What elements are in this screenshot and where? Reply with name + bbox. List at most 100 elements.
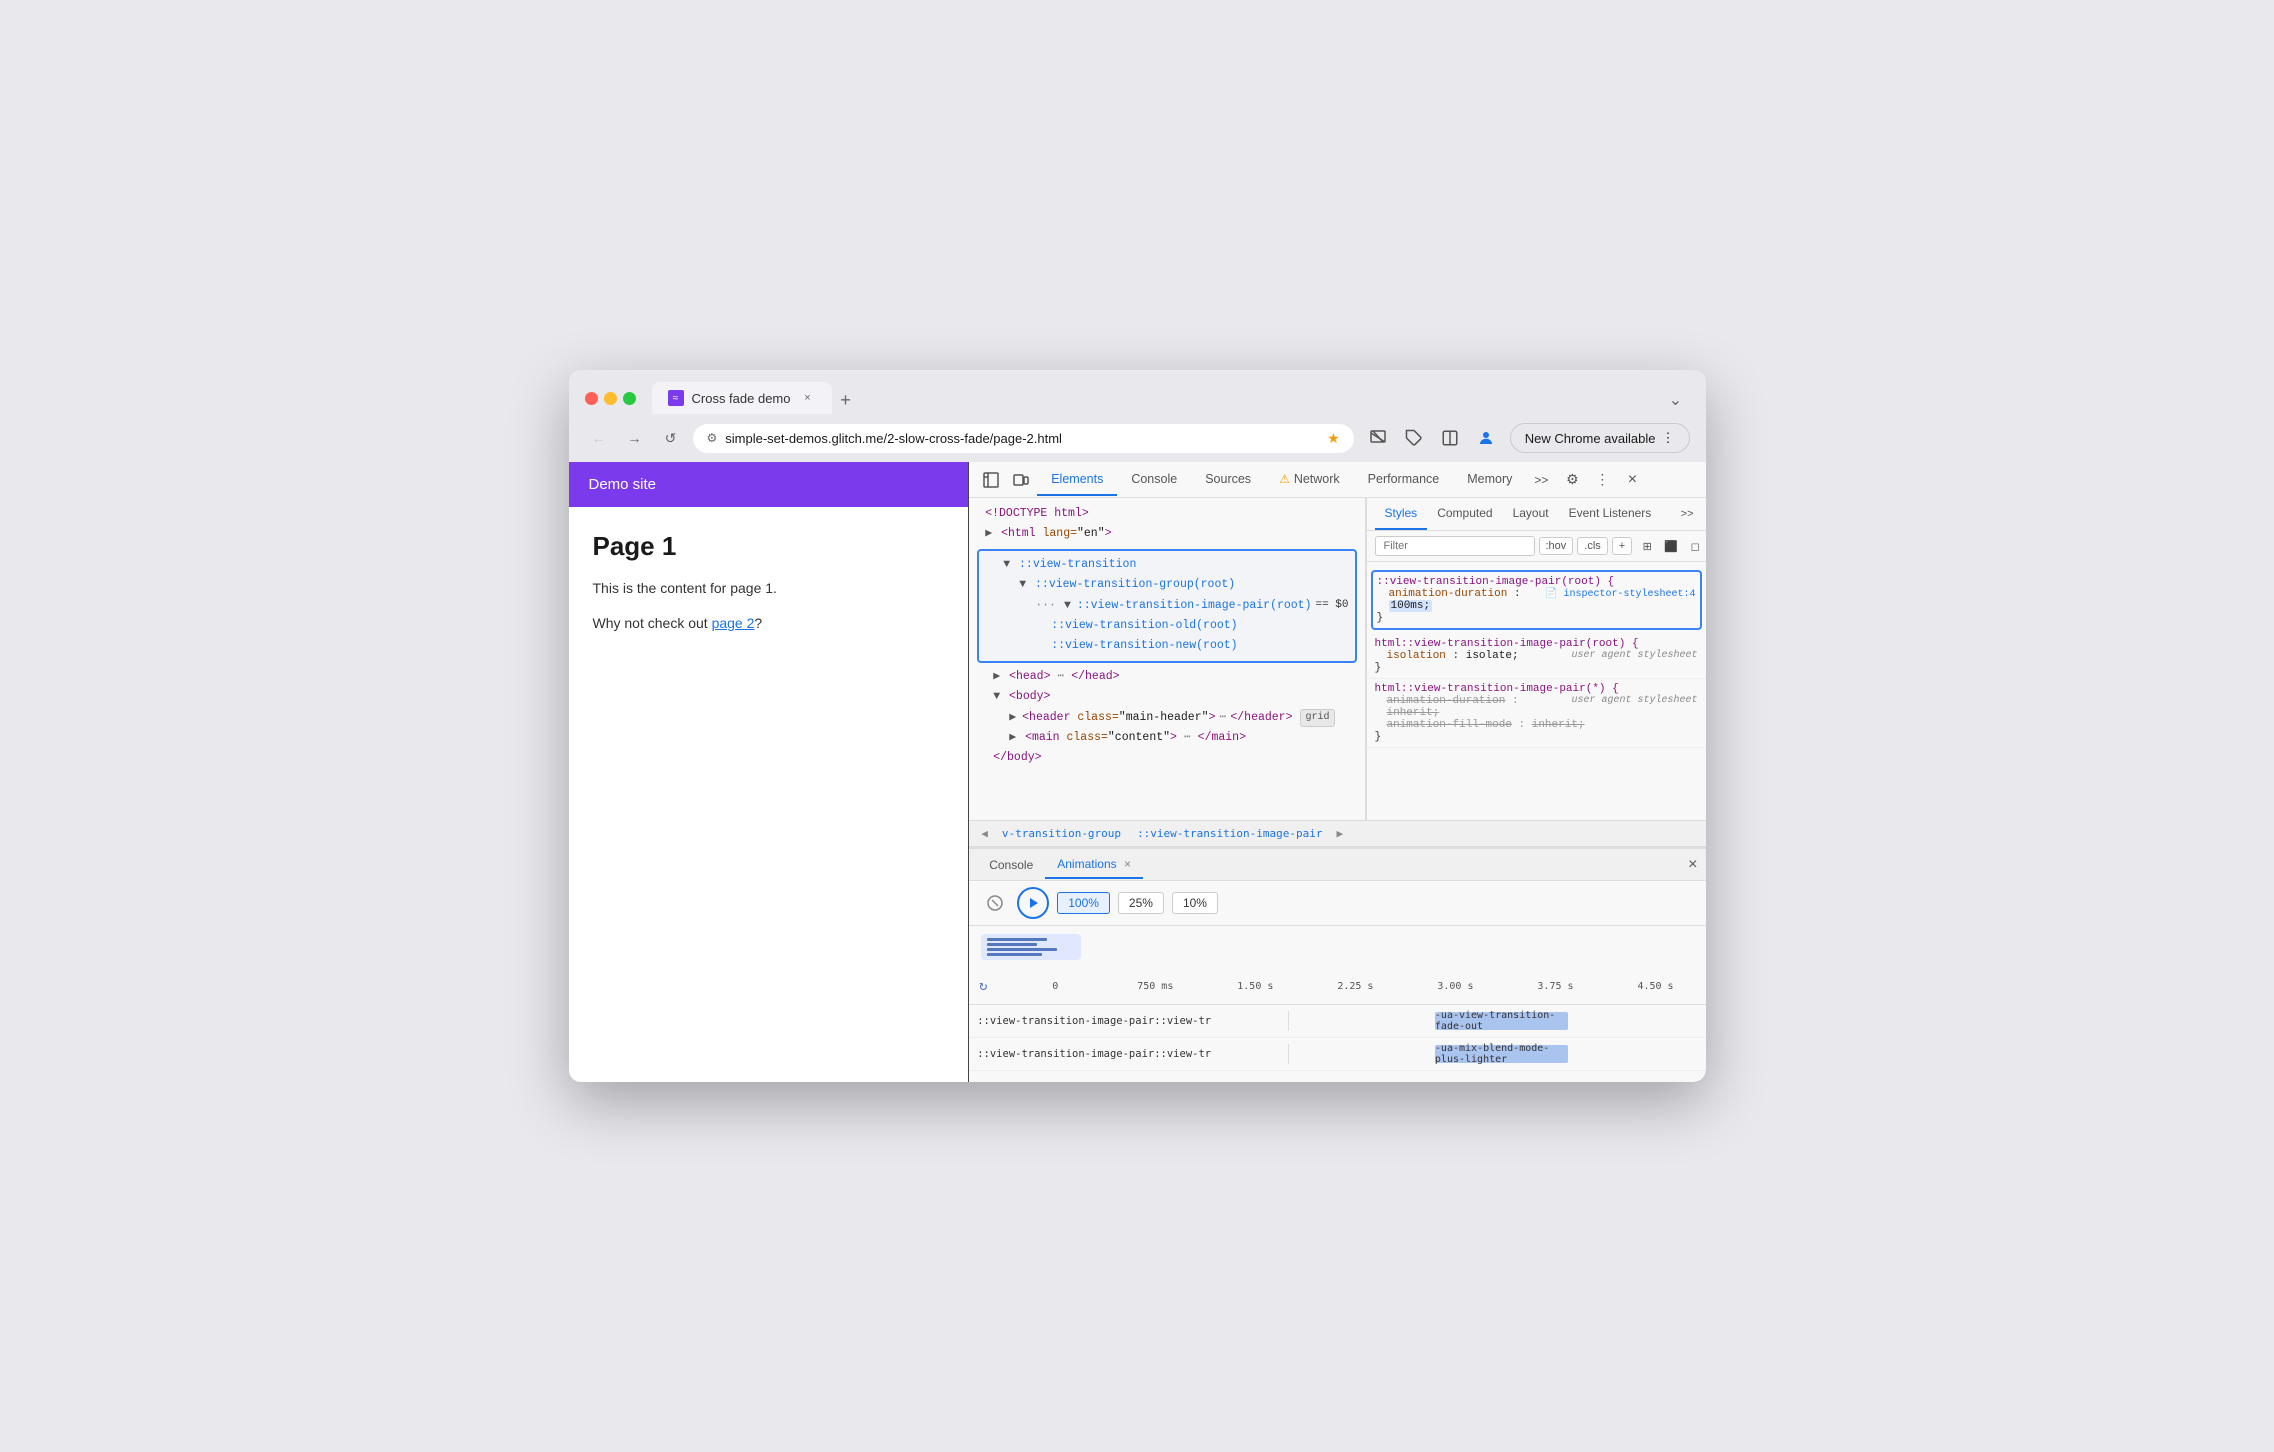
ruler-mark-300: 3.00 s xyxy=(1405,981,1505,992)
device-toggle-icon[interactable] xyxy=(1007,466,1035,494)
head-line[interactable]: ▶ <head> ⋯ </head> xyxy=(969,667,1364,687)
url-bar[interactable]: ⚙ simple-set-demos.glitch.me/2-slow-cros… xyxy=(693,424,1354,453)
styles-filter-bar: :hov .cls + ⊞ ⬛ ◻ xyxy=(1367,531,1706,562)
timeline-bar-1[interactable]: -ua-view-transition-fade-out xyxy=(1435,1012,1568,1030)
animation-group-item[interactable] xyxy=(981,934,1081,960)
body-open-line[interactable]: ▼ <body> xyxy=(969,687,1364,707)
view-transition-new-line[interactable]: ::view-transition-new(root) xyxy=(979,636,1354,656)
bookmark-icon[interactable]: ★ xyxy=(1327,430,1340,447)
styles-tab-layout[interactable]: Layout xyxy=(1503,498,1559,530)
ruler-mark-0: 0 xyxy=(1005,981,1105,992)
ua-prop-anim-fill: animation-fill-mode : inherit; xyxy=(1375,719,1698,731)
security-icon: ⚙ xyxy=(707,431,718,445)
animations-tab-close[interactable]: × xyxy=(1124,857,1131,871)
speed-100-button[interactable]: 100% xyxy=(1057,892,1110,914)
hov-button[interactable]: :hov xyxy=(1539,537,1574,555)
view-transition-highlight: ▼ ::view-transition ▼ ::view-transition-… xyxy=(977,549,1356,663)
breadcrumb-item-2[interactable]: ::view-transition-image-pair xyxy=(1131,825,1328,842)
url-text: simple-set-demos.glitch.me/2-slow-cross-… xyxy=(725,431,1319,446)
inspect-icon[interactable] xyxy=(977,466,1005,494)
tab-overflow[interactable]: >> xyxy=(1526,469,1556,491)
screen-off-icon[interactable] xyxy=(1362,422,1394,454)
page-body: Page 1 This is the content for page 1. W… xyxy=(569,507,969,1082)
ua-close-brace-2: } xyxy=(1375,731,1698,743)
paragraph2: Why not check out page 2? xyxy=(593,613,945,634)
timeline-bar-2[interactable]: -ua-mix-blend-mode-plus-lighter xyxy=(1435,1045,1568,1063)
styles-filter-input[interactable] xyxy=(1375,536,1535,556)
page2-link[interactable]: page 2 xyxy=(712,615,755,631)
tab-favicon xyxy=(668,390,684,406)
extensions-icon[interactable] xyxy=(1398,422,1430,454)
reload-button[interactable]: ↺ xyxy=(657,424,685,452)
main-line[interactable]: ▶ <main class="content"> ⋯ </main> xyxy=(969,728,1364,748)
browser-window: Cross fade demo × + ⌄ ← → ↺ ⚙ simple-set… xyxy=(569,370,1706,1082)
address-bar: ← → ↺ ⚙ simple-set-demos.glitch.me/2-slo… xyxy=(569,414,1706,462)
active-tab[interactable]: Cross fade demo × xyxy=(652,382,832,414)
minimize-traffic-light[interactable] xyxy=(604,392,617,405)
styles-tab-overflow[interactable]: >> xyxy=(1677,504,1698,524)
maximize-traffic-light[interactable] xyxy=(623,392,636,405)
split-screen-icon[interactable] xyxy=(1434,422,1466,454)
tab-performance[interactable]: Performance xyxy=(1354,464,1454,496)
profile-icon[interactable] xyxy=(1470,422,1502,454)
bottom-tab-console[interactable]: Console xyxy=(977,852,1045,878)
computed-style-icon[interactable]: ⊞ xyxy=(1636,535,1658,557)
tab-close-button[interactable]: × xyxy=(800,390,816,406)
timeline-rows: ::view-transition-image-pair::view-tr -u… xyxy=(969,1005,1705,1082)
new-chrome-button[interactable]: × New Chrome available ⋮ xyxy=(1510,423,1690,453)
color-palette-icon[interactable]: ⬛ xyxy=(1660,535,1682,557)
styles-tab-computed[interactable]: Computed xyxy=(1427,498,1502,530)
breadcrumb-prev[interactable]: ◀ xyxy=(977,827,992,840)
bottom-tab-animations[interactable]: Animations × xyxy=(1045,851,1143,879)
tab-sources[interactable]: Sources xyxy=(1191,464,1265,496)
animation-groups-area xyxy=(969,926,1705,968)
view-transition-group-line[interactable]: ▼ ::view-transition-group(root) xyxy=(979,575,1354,595)
view-transition-line[interactable]: ▼ ::view-transition xyxy=(979,555,1354,575)
tab-overflow-button[interactable]: ⌄ xyxy=(1662,386,1690,414)
forward-button[interactable]: → xyxy=(621,424,649,452)
devtools-settings-icon[interactable]: ⚙ xyxy=(1558,466,1586,494)
breadcrumb-next[interactable]: ▶ xyxy=(1333,827,1348,840)
close-traffic-light[interactable] xyxy=(585,392,598,405)
bottom-panel-close[interactable]: × xyxy=(1688,856,1697,874)
view-transition-image-pair-line[interactable]: ··· ▼ ::view-transition-image-pair(root)… xyxy=(979,596,1354,616)
site-header: Demo site xyxy=(569,462,969,507)
main-content: Demo site Page 1 This is the content for… xyxy=(569,462,1706,1082)
devtools-close-button[interactable]: × xyxy=(1618,466,1646,494)
breadcrumb-item-1[interactable]: v-transition-group xyxy=(996,825,1127,842)
tab-console[interactable]: Console xyxy=(1117,464,1191,496)
html-line[interactable]: ▶ <html lang="en"> xyxy=(969,524,1364,544)
animation-play-button[interactable] xyxy=(1017,887,1049,919)
tab-memory[interactable]: Memory xyxy=(1453,464,1526,496)
devtools-main: <!DOCTYPE html> ▶ <html lang="en"> ▼ ::v… xyxy=(969,498,1705,820)
timeline-area: ↻ 0 750 ms 1.50 s 2.25 s 3.00 s 3.75 s 4… xyxy=(969,968,1705,1082)
styles-content: ::view-transition-image-pair(root) { 📄 i… xyxy=(1367,562,1706,820)
add-style-button[interactable]: + xyxy=(1612,537,1632,555)
devtools-tabs: Elements Console Sources ⚠ Network Perfo… xyxy=(1037,464,1556,496)
tab-network[interactable]: ⚠ Network xyxy=(1265,464,1354,496)
ruler-mark-225: 2.25 s xyxy=(1305,981,1405,992)
speed-25-button[interactable]: 25% xyxy=(1118,892,1164,914)
cls-button[interactable]: .cls xyxy=(1577,537,1608,555)
toolbar-icons xyxy=(1362,422,1502,454)
timeline-refresh-button[interactable]: ↻ xyxy=(969,972,997,1000)
view-transition-old-line[interactable]: ::view-transition-old(root) xyxy=(979,616,1354,636)
timeline-bar-area-1: -ua-view-transition-fade-out xyxy=(1289,1005,1705,1037)
devtools-more-icon[interactable]: ⋮ xyxy=(1588,466,1616,494)
page-title: Page 1 xyxy=(593,531,945,562)
ua-style-rule-2: html::view-transition-image-pair(*) { us… xyxy=(1367,679,1706,748)
devtools-bottom: Console Animations × × xyxy=(969,847,1705,1082)
back-button[interactable]: ← xyxy=(585,424,613,452)
new-tab-button[interactable]: + xyxy=(832,386,860,414)
styles-tab-event-listeners[interactable]: Event Listeners xyxy=(1559,498,1662,530)
timeline-label-2: ::view-transition-image-pair::view-tr xyxy=(969,1044,1289,1064)
styles-tab-styles[interactable]: Styles xyxy=(1375,498,1428,530)
devtools-breadcrumb: ◀ v-transition-group ::view-transition-i… xyxy=(969,820,1705,847)
shadow-editor-icon[interactable]: ◻ xyxy=(1684,535,1705,557)
animation-pause-button[interactable] xyxy=(981,889,1009,917)
body-close-line[interactable]: </body> xyxy=(969,748,1364,768)
speed-10-button[interactable]: 10% xyxy=(1172,892,1218,914)
tab-elements[interactable]: Elements xyxy=(1037,464,1117,496)
doctype-line[interactable]: <!DOCTYPE html> xyxy=(969,504,1364,524)
header-line[interactable]: ▶ <header class="main-header"> ⋯ </heade… xyxy=(969,708,1364,728)
